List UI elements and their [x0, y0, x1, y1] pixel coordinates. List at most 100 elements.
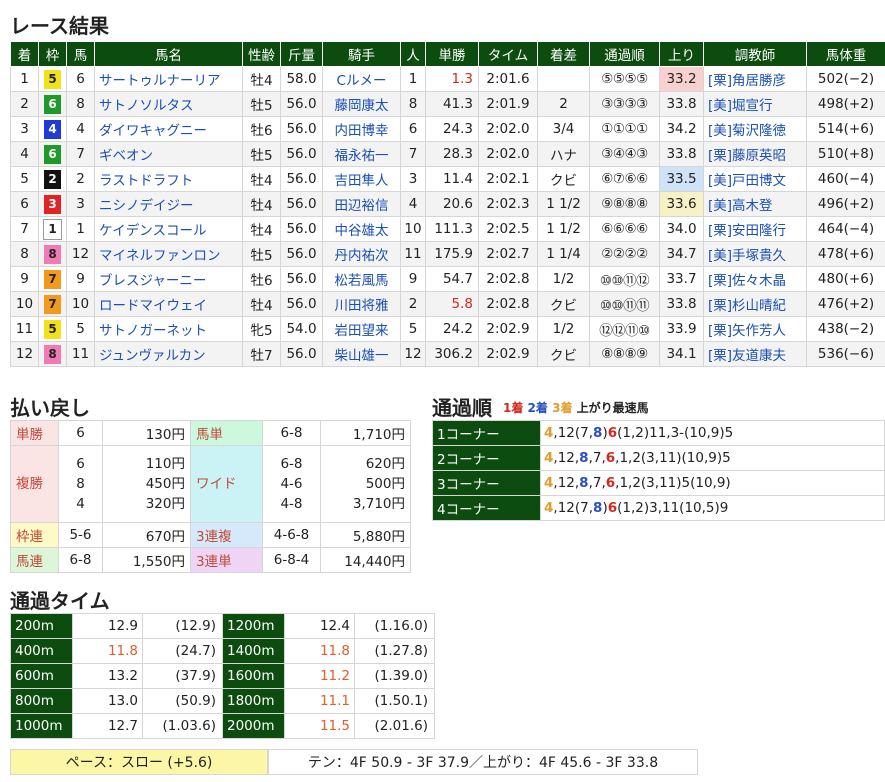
finish-time: 2:02.8 — [478, 291, 538, 317]
horse-name-link[interactable]: ブレスジャーニー — [94, 266, 243, 292]
horse-name-link[interactable]: ニシノデイジー — [94, 191, 243, 217]
trainer-link[interactable]: [栗]角居勝彦 — [703, 66, 807, 92]
trainer-link[interactable]: [美]高木登 — [703, 191, 807, 217]
jockey-link[interactable]: 岩田望来 — [322, 316, 401, 342]
passing-order: ⑤⑤⑤⑤ — [589, 66, 660, 92]
jockey-link[interactable]: 松若風馬 — [322, 266, 401, 292]
passing-order: ③④④③ — [589, 141, 660, 167]
frame-badge: 6 — [44, 144, 61, 164]
horse-number: 2 — [66, 166, 95, 192]
lap-distance: 400m — [10, 638, 73, 664]
legend-fastest: 上がり最速馬 — [576, 401, 649, 415]
horse-name-link[interactable]: ジュンヴァルカン — [94, 341, 243, 367]
trainer-link[interactable]: [栗]矢作芳人 — [703, 316, 807, 342]
horse-name-link[interactable]: ラストドラフト — [94, 166, 243, 192]
horse-name-link[interactable]: サートゥルナーリア — [94, 66, 243, 92]
result-row: 9 7 9 ブレスジャーニー 牡6 56.0 松若風馬 9 54.7 2:02.8 1/2 ⑩⑩⑪⑫ 3… — [10, 266, 885, 292]
finish-time: 2:01.6 — [478, 66, 538, 92]
trainer-link[interactable]: [栗]佐々木晶 — [703, 266, 807, 292]
jockey-link[interactable]: 内田博幸 — [322, 116, 401, 142]
win-odds: 54.7 — [425, 266, 479, 292]
lap-distance: 800m — [10, 688, 73, 714]
result-row: 1 5 6 サートゥルナーリア 牡4 58.0 Cルメー 1 1.3 2:01.6 ⑤⑤⑤⑤ 33.2… — [10, 66, 885, 92]
trainer-link[interactable]: [栗]杉山晴紀 — [703, 291, 807, 317]
popularity: 6 — [400, 116, 426, 142]
trainer-link[interactable]: [美]手塚貴久 — [703, 241, 807, 267]
trainer-link[interactable]: [美]戸田博文 — [703, 166, 807, 192]
finish-position: 12 — [10, 341, 39, 367]
corner-order-part: 6 — [605, 450, 616, 466]
pace-detail: テン：4F 50.9 - 3F 37.9／上がり：4F 45.6 - 3F 33… — [268, 749, 698, 775]
horse-name-link[interactable]: マイネルファンロン — [94, 241, 243, 267]
cumulative-time: (1.03.6) — [142, 713, 223, 739]
trainer-link[interactable]: [栗]友道康夫 — [703, 341, 807, 367]
corner-order-part: 4 — [544, 500, 554, 516]
horse-name-link[interactable]: ケイデンスコール — [94, 216, 243, 242]
results-header-cell: 通過順 — [589, 41, 660, 67]
carried-weight: 58.0 — [280, 66, 323, 92]
horse-name-link[interactable]: ダイワキャグニー — [94, 116, 243, 142]
popularity: 10 — [400, 216, 426, 242]
jockey-link[interactable]: 藤岡康太 — [322, 91, 401, 117]
margin — [537, 66, 590, 92]
lap-time: 11.5 — [284, 713, 355, 739]
horse-number: 7 — [66, 141, 95, 167]
win-combo: 6 — [58, 420, 103, 446]
finish-time: 2:02.9 — [478, 316, 538, 342]
horse-name-link[interactable]: ロードマイウェイ — [94, 291, 243, 317]
corner-order: 4,12(7,8)6(1,2)3,11(10,5)9 — [540, 495, 885, 521]
margin: 1 1/2 — [537, 216, 590, 242]
trainer-link[interactable]: [美]堀宣行 — [703, 91, 807, 117]
body-weight: 514(+6) — [806, 116, 885, 142]
body-weight: 460(−4) — [806, 166, 885, 192]
results-header-cell: 馬 — [66, 41, 95, 67]
jockey-link[interactable]: 中谷雄太 — [322, 216, 401, 242]
results-header-cell: 性齢 — [242, 41, 281, 67]
jockey-link[interactable]: Cルメー — [322, 66, 401, 92]
results-header-cell: 上り — [659, 41, 704, 67]
carried-weight: 56.0 — [280, 116, 323, 142]
last-3f: 33.9 — [659, 316, 704, 342]
frame-badge: 7 — [44, 294, 61, 314]
trainer-link[interactable]: [栗]安田隆行 — [703, 216, 807, 242]
jockey-link[interactable]: 川田将雅 — [322, 291, 401, 317]
frame-cell: 3 — [38, 191, 67, 217]
lap-time: 12.7 — [72, 713, 143, 739]
result-row: 8 8 12 マイネルファンロン 牡5 56.0 丹内祐次 11 175.9 2:02.7 1 1/… — [10, 241, 885, 267]
finish-time: 2:02.0 — [478, 141, 538, 167]
results-header-cell: 馬体重 — [806, 41, 885, 67]
carried-weight: 56.0 — [280, 191, 323, 217]
corner-row: 3コーナー 4,12,8,7,6,1,2(3,11)5(10,9) — [432, 470, 885, 496]
results-header-cell: 斤量 — [280, 41, 323, 67]
frame-cell: 4 — [38, 116, 67, 142]
result-row: 10 7 10 ロードマイウェイ 牡4 56.0 川田将雅 2 5.8 2:02.8 クビ ⑩⑩⑪⑪ 3… — [10, 291, 885, 317]
wakuren-amount: 670円 — [102, 522, 191, 548]
jockey-link[interactable]: 丹内祐次 — [322, 241, 401, 267]
horse-name-link[interactable]: サトノガーネット — [94, 316, 243, 342]
horse-name-link[interactable]: サトノソルタス — [94, 91, 243, 117]
finish-time: 2:02.3 — [478, 191, 538, 217]
carried-weight: 56.0 — [280, 141, 323, 167]
finish-time: 2:02.8 — [478, 266, 538, 292]
legend-second: 2着 — [527, 401, 548, 415]
jockey-link[interactable]: 柴山雄一 — [322, 341, 401, 367]
margin: 1/2 — [537, 316, 590, 342]
trainer-link[interactable]: [美]菊沢隆徳 — [703, 116, 807, 142]
popularity: 12 — [400, 341, 426, 367]
margin: 3/4 — [537, 116, 590, 142]
jockey-link[interactable]: 田辺裕信 — [322, 191, 401, 217]
margin: 1/2 — [537, 266, 590, 292]
corner-order-part: 4 — [544, 475, 554, 491]
jockey-link[interactable]: 福永祐一 — [322, 141, 401, 167]
trio-amount: 5,880円 — [320, 522, 411, 548]
lap-time: 12.4 — [284, 613, 355, 639]
win-odds: 11.4 — [425, 166, 479, 192]
trainer-link[interactable]: [栗]藤原英昭 — [703, 141, 807, 167]
lap-time: 11.8 — [72, 638, 143, 664]
result-row: 12 8 11 ジュンヴァルカン 牡7 56.0 柴山雄一 12 306.2 2:02.9 クビ ⑧⑧… — [10, 341, 885, 367]
last-3f: 34.1 — [659, 341, 704, 367]
carried-weight: 56.0 — [280, 216, 323, 242]
pace-label: ペース：スロー (+5.6) — [10, 749, 268, 775]
jockey-link[interactable]: 吉田隼人 — [322, 166, 401, 192]
horse-name-link[interactable]: ギベオン — [94, 141, 243, 167]
